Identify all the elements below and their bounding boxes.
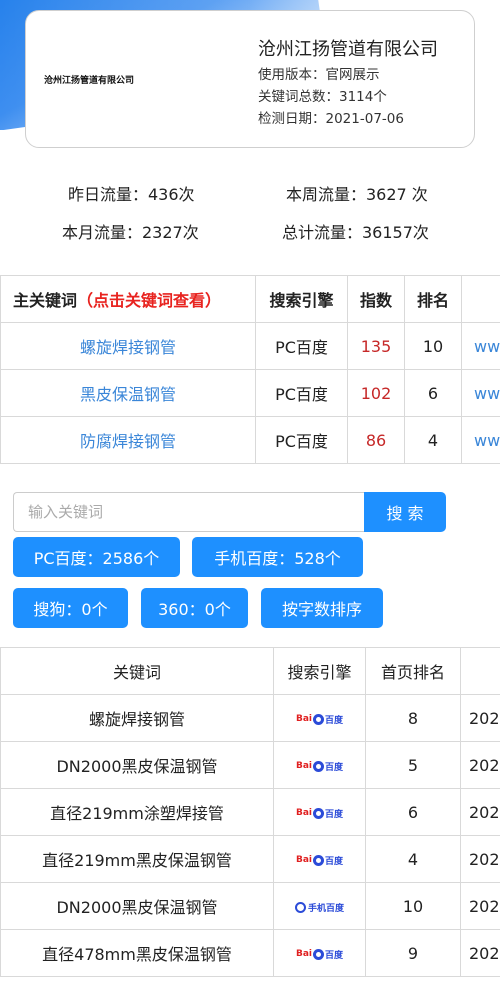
engine-logo-cell: Bai 百度 [273, 929, 366, 977]
index-cell: 135 [347, 322, 405, 370]
version-label: 使用版本：官网展示 [258, 67, 380, 83]
keyword-cell: 直径219mm涂塑焊接管 [0, 788, 274, 836]
stat-week: 本周流量：3627 次 [286, 185, 428, 204]
company-logo: 沧州江扬管道有限公司 [44, 76, 135, 86]
baidu-logo-icon: Bai 百度 [295, 854, 344, 867]
url-link[interactable]: www [461, 369, 500, 417]
keyword-ranking-table: 关键词 搜索引擎 首页排名 螺旋焊接钢管 Bai 百度 8 202 DN2000黑皮保温钢… [0, 647, 500, 977]
keyword-cell: 螺旋焊接钢管 [0, 694, 274, 742]
table-row: DN2000黑皮保温钢管 Bai 百度 5 202 [0, 741, 500, 789]
stat-total: 总计流量：36157次 [282, 223, 429, 242]
keyword-cell: 直径478mm黑皮保温钢管 [0, 929, 274, 977]
date-cell: 202 [460, 882, 500, 930]
date-cell: 202 [460, 788, 500, 836]
filter-360-button[interactable]: 360：0个 [141, 588, 248, 628]
company-name: 沧州江扬管道有限公司 [258, 39, 438, 60]
filter-mobile-baidu-button[interactable]: 手机百度：528个 [192, 537, 363, 577]
search-button[interactable]: 搜 索 [364, 492, 446, 532]
filter-pc-baidu-button[interactable]: PC百度：2586个 [13, 537, 180, 577]
engine-cell: PC百度 [255, 322, 348, 370]
engine-logo-cell: Bai 百度 [273, 694, 366, 742]
rank-cell: 10 [404, 322, 462, 370]
index-cell: 86 [347, 416, 405, 464]
stat-yesterday: 昨日流量：436次 [68, 185, 195, 204]
keyword-cell: DN2000黑皮保温钢管 [0, 882, 274, 930]
company-card: 沧州江扬管道有限公司 沧州江扬管道有限公司 使用版本：官网展示 关键词总数：31… [25, 10, 475, 148]
keyword-cell: 直径219mm黑皮保温钢管 [0, 835, 274, 883]
table-row: 直径478mm黑皮保温钢管 Bai 百度 9 202 [0, 929, 500, 977]
header-url [461, 275, 500, 323]
sort-by-length-button[interactable]: 按字数排序 [261, 588, 383, 628]
engine-logo-cell: Bai 百度 [273, 788, 366, 836]
index-cell: 102 [347, 369, 405, 417]
url-link[interactable]: www [461, 322, 500, 370]
header-date [460, 647, 500, 695]
keyword-rows: 螺旋焊接钢管 Bai 百度 8 202 DN2000黑皮保温钢管 Bai 百度 5 202 直径21… [0, 694, 500, 977]
rank-cell: 9 [365, 929, 461, 977]
table-row: 直径219mm涂塑焊接管 Bai 百度 6 202 [0, 788, 500, 836]
date-cell: 202 [460, 741, 500, 789]
date-cell: 202 [460, 835, 500, 883]
table-row: 防腐焊接钢管 PC百度 86 4 www [0, 416, 500, 464]
mobile-baidu-logo-icon: 手机百度 [294, 901, 344, 914]
table-row: 螺旋焊接钢管 Bai 百度 8 202 [0, 694, 500, 742]
main-keyword-link[interactable]: 防腐焊接钢管 [0, 416, 256, 464]
baidu-logo-icon: Bai 百度 [295, 948, 344, 961]
header-main-keyword: 主关键词（点击关键词查看） [0, 275, 256, 323]
rank-cell: 10 [365, 882, 461, 930]
table-row: 螺旋焊接钢管 PC百度 135 10 www [0, 322, 500, 370]
table-header-row: 关键词 搜索引擎 首页排名 [0, 647, 500, 695]
main-keyword-link[interactable]: 黑皮保温钢管 [0, 369, 256, 417]
header-keyword: 关键词 [0, 647, 274, 695]
table-row: DN2000黑皮保温钢管 手机百度 10 202 [0, 882, 500, 930]
rank-cell: 4 [404, 416, 462, 464]
main-keyword-link[interactable]: 螺旋焊接钢管 [0, 322, 256, 370]
engine-logo-cell: 手机百度 [273, 882, 366, 930]
engine-logo-cell: Bai 百度 [273, 741, 366, 789]
baidu-logo-icon: Bai 百度 [295, 807, 344, 820]
keyword-cell: DN2000黑皮保温钢管 [0, 741, 274, 789]
engine-cell: PC百度 [255, 369, 348, 417]
table-row: 直径219mm黑皮保温钢管 Bai 百度 4 202 [0, 835, 500, 883]
engine-cell: PC百度 [255, 416, 348, 464]
table-row: 黑皮保温钢管 PC百度 102 6 www [0, 369, 500, 417]
filter-sogou-button[interactable]: 搜狗：0个 [13, 588, 128, 628]
baidu-logo-icon: Bai 百度 [295, 713, 344, 726]
baidu-logo-icon: Bai 百度 [295, 760, 344, 773]
rank-cell: 4 [365, 835, 461, 883]
stat-month: 本月流量：2327次 [62, 223, 199, 242]
engine-logo-cell: Bai 百度 [273, 835, 366, 883]
keyword-click-hint: （点击关键词查看） [77, 291, 222, 310]
main-keyword-table: 主关键词（点击关键词查看） 搜索引擎 指数 排名 螺旋焊接钢管 PC百度 135… [0, 275, 500, 464]
keyword-total-label: 关键词总数：3114个 [258, 89, 387, 105]
header-engine: 搜索引擎 [255, 275, 348, 323]
header-index: 指数 [347, 275, 405, 323]
rank-cell: 5 [365, 741, 461, 789]
url-link[interactable]: www [461, 416, 500, 464]
header-engine: 搜索引擎 [273, 647, 366, 695]
header-rank: 排名 [404, 275, 462, 323]
rank-cell: 6 [404, 369, 462, 417]
date-cell: 202 [460, 694, 500, 742]
rank-cell: 8 [365, 694, 461, 742]
date-cell: 202 [460, 929, 500, 977]
table-header-row: 主关键词（点击关键词查看） 搜索引擎 指数 排名 [0, 275, 500, 323]
header-homepage-rank: 首页排名 [365, 647, 461, 695]
keyword-search-input[interactable] [13, 492, 364, 532]
check-date-label: 检测日期：2021-07-06 [258, 111, 404, 127]
rank-cell: 6 [365, 788, 461, 836]
